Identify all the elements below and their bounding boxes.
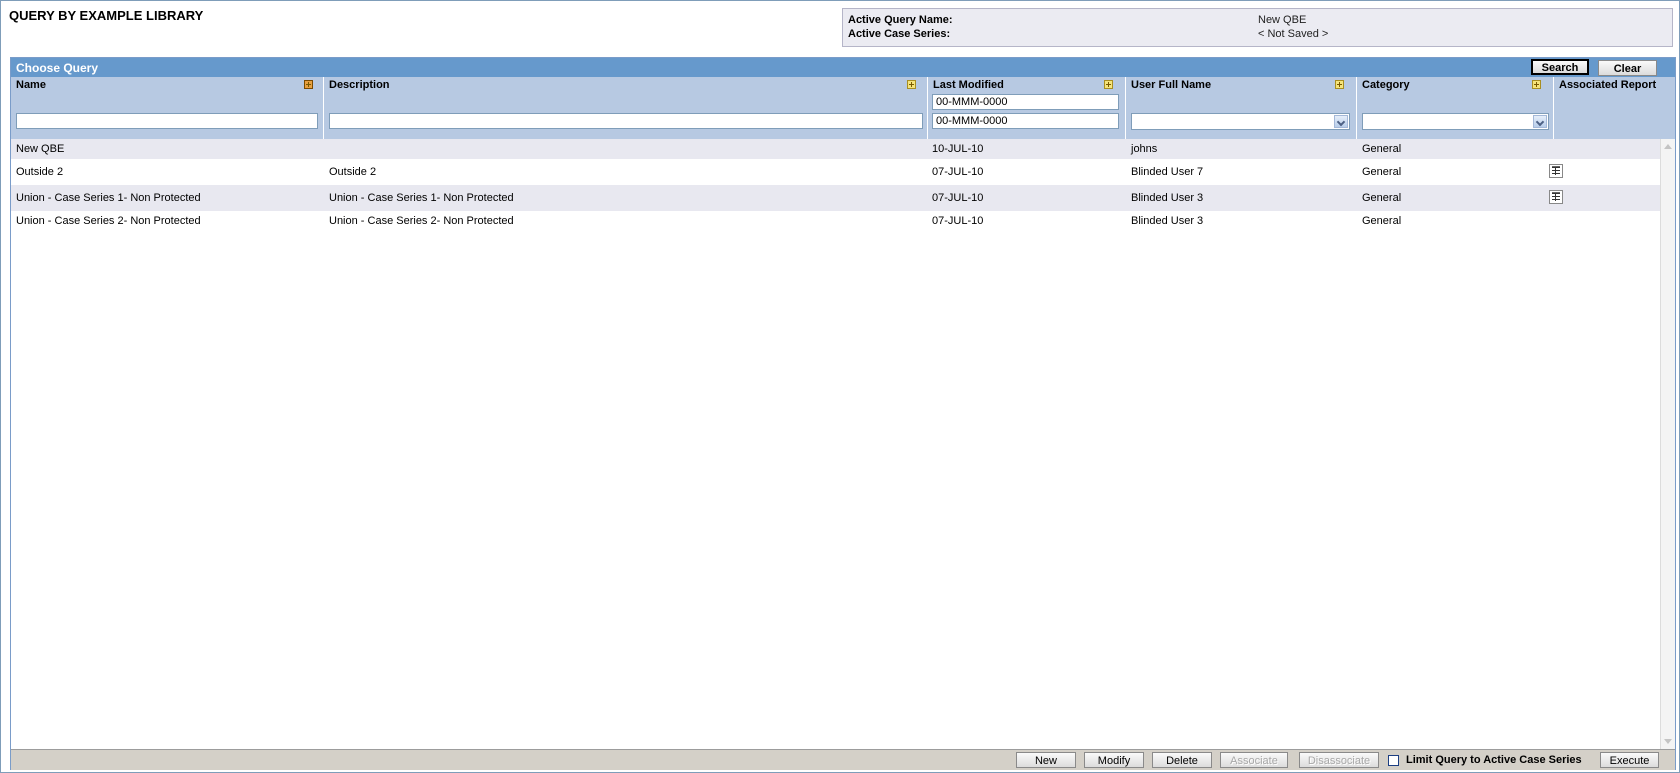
sort-plus-icon[interactable] <box>1104 80 1113 89</box>
row-category: General <box>1362 215 1402 227</box>
column-description: Description <box>324 77 928 139</box>
active-query-name-value: New QBE <box>1258 14 1307 26</box>
table-row[interactable]: Union - Case Series 1- Non Protected Uni… <box>11 185 1661 211</box>
table-row[interactable]: Outside 2 Outside 2 07-JUL-10 Blinded Us… <box>11 159 1661 185</box>
active-query-info: Active Query Name: New QBE Active Case S… <box>842 8 1673 47</box>
row-user: Blinded User 3 <box>1131 192 1204 204</box>
limit-query-label: Limit Query to Active Case Series <box>1406 754 1582 766</box>
scroll-up-icon[interactable] <box>1664 144 1672 149</box>
active-case-series-value: < Not Saved > <box>1258 28 1329 40</box>
column-name-label: Name <box>16 79 46 91</box>
choose-query-panel: Choose Query Search Clear Name Descripti… <box>10 57 1676 770</box>
associate-button[interactable]: Associate <box>1220 752 1288 768</box>
row-last-modified: 07-JUL-10 <box>932 215 984 227</box>
modify-button[interactable]: Modify <box>1084 752 1144 768</box>
table-row[interactable]: Union - Case Series 2- Non Protected Uni… <box>11 211 1661 233</box>
date-from-input[interactable] <box>932 94 1119 110</box>
report-icon[interactable] <box>1549 190 1563 204</box>
row-category: General <box>1362 192 1402 204</box>
execute-button[interactable]: Execute <box>1600 752 1659 768</box>
sort-plus-icon[interactable] <box>907 80 916 89</box>
row-last-modified: 07-JUL-10 <box>932 192 984 204</box>
row-description: Outside 2 <box>329 166 377 178</box>
limit-query-checkbox[interactable] <box>1388 755 1399 766</box>
column-last-modified-label: Last Modified <box>933 79 1004 91</box>
user-filter-select[interactable] <box>1131 113 1350 130</box>
active-case-series-label: Active Case Series: <box>848 28 951 40</box>
chevron-down-icon[interactable] <box>1533 115 1547 128</box>
date-to-input[interactable] <box>932 113 1119 129</box>
row-category: General <box>1362 166 1402 178</box>
grid-header: Name Description Last Modified User Full… <box>11 77 1675 139</box>
vertical-scrollbar[interactable] <box>1660 139 1675 749</box>
action-bar: New Modify Delete Associate Disassociate… <box>11 749 1675 770</box>
row-name: Union - Case Series 2- Non Protected <box>16 215 201 227</box>
active-query-name-label: Active Query Name: <box>848 14 953 26</box>
row-category: General <box>1362 143 1402 155</box>
sort-plus-icon[interactable] <box>304 80 313 89</box>
query-list: New QBE 10-JUL-10 johns General Outside … <box>11 139 1661 749</box>
column-category-label: Category <box>1362 79 1410 91</box>
row-last-modified: 07-JUL-10 <box>932 166 984 178</box>
description-filter-input[interactable] <box>329 113 923 129</box>
row-name: Union - Case Series 1- Non Protected <box>16 192 201 204</box>
panel-title: Choose Query <box>16 61 99 75</box>
page-title: QUERY BY EXAMPLE LIBRARY <box>9 8 204 23</box>
scroll-down-icon[interactable] <box>1664 739 1672 744</box>
sort-plus-icon[interactable] <box>1532 80 1541 89</box>
name-filter-input[interactable] <box>16 113 318 129</box>
column-user-full-name: User Full Name <box>1126 77 1357 139</box>
clear-button[interactable]: Clear <box>1598 60 1657 76</box>
delete-button[interactable]: Delete <box>1152 752 1212 768</box>
sort-plus-icon[interactable] <box>1335 80 1344 89</box>
row-description: Union - Case Series 1- Non Protected <box>329 192 514 204</box>
row-user: johns <box>1131 143 1158 155</box>
column-last-modified: Last Modified <box>928 77 1126 139</box>
panel-header: Choose Query Search Clear <box>11 58 1675 77</box>
row-description: Union - Case Series 2- Non Protected <box>329 215 514 227</box>
column-user-full-name-label: User Full Name <box>1131 79 1212 91</box>
report-icon[interactable] <box>1549 164 1563 178</box>
row-user: Blinded User 3 <box>1131 215 1204 227</box>
column-name: Name <box>11 77 324 139</box>
column-associated-report-label: Associated Report <box>1559 79 1657 91</box>
disassociate-button[interactable]: Disassociate <box>1299 752 1379 768</box>
category-filter-select[interactable] <box>1362 113 1549 130</box>
search-button[interactable]: Search <box>1531 59 1589 75</box>
row-last-modified: 10-JUL-10 <box>932 143 984 155</box>
table-row[interactable]: New QBE 10-JUL-10 johns General <box>11 139 1661 159</box>
row-name: New QBE <box>16 143 65 155</box>
column-description-label: Description <box>329 79 390 91</box>
column-associated-report: Associated Report <box>1554 77 1675 139</box>
row-user: Blinded User 7 <box>1131 166 1204 178</box>
chevron-down-icon[interactable] <box>1334 115 1348 128</box>
column-category: Category <box>1357 77 1554 139</box>
row-name: Outside 2 <box>16 166 64 178</box>
new-button[interactable]: New <box>1016 752 1076 768</box>
